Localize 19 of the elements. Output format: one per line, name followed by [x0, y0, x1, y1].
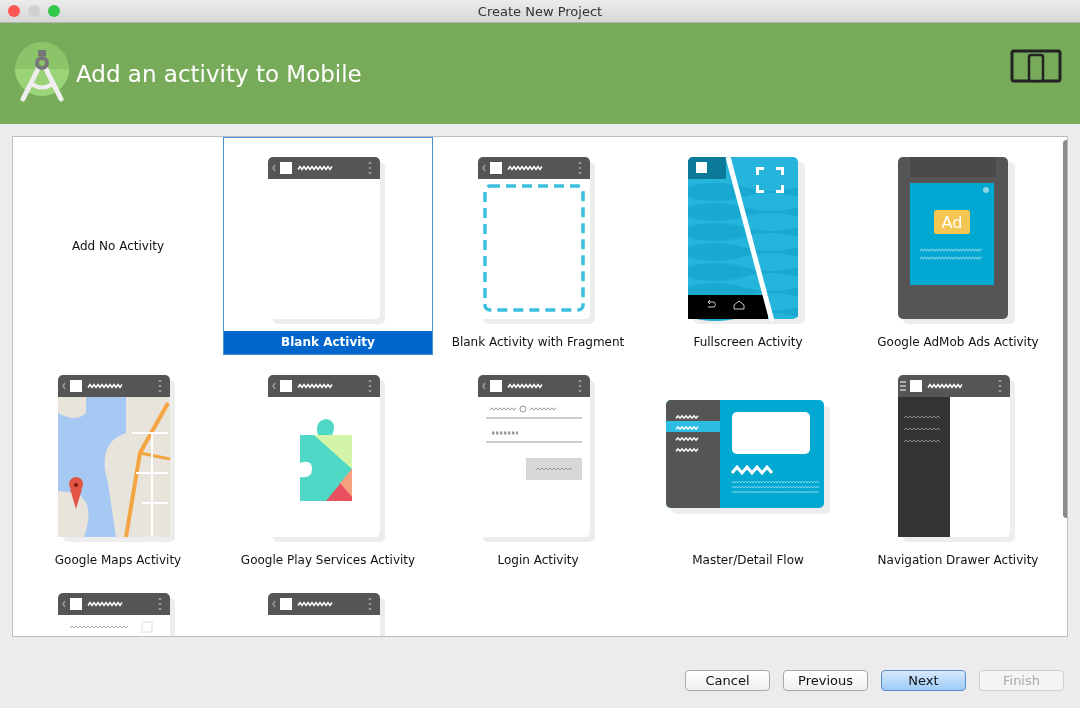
activity-tile[interactable]: Add No Activity — [13, 137, 223, 355]
activity-tile[interactable]: Blank Activity with Fragment — [433, 137, 643, 355]
page-heading: Add an activity to Mobile — [76, 60, 363, 87]
compass-logo-icon — [14, 40, 70, 103]
dialog-button[interactable]: Cancel — [685, 670, 770, 691]
activity-tile[interactable]: Login Activity — [433, 355, 643, 573]
zoom-button[interactable] — [48, 5, 60, 17]
activity-tile[interactable]: Ad Google AdMob Ads Activity — [853, 137, 1063, 355]
activity-tile[interactable]: Google Maps Activity — [13, 355, 223, 573]
dialog-button[interactable]: Previous — [783, 670, 868, 691]
activity-tile[interactable]: Navigation Drawer Activity — [853, 355, 1063, 573]
activity-tile[interactable]: Google Play Services Activity — [223, 355, 433, 573]
dialog-button[interactable]: Next — [881, 670, 966, 691]
activity-tile[interactable]: Blank Activity — [223, 137, 433, 355]
close-button[interactable] — [8, 5, 20, 17]
tablet-phone-icon — [1010, 48, 1062, 85]
activity-tile[interactable]: Master/Detail Flow — [643, 355, 853, 573]
window-title: Create New Project — [476, 3, 604, 19]
activity-tile[interactable]: Fullscreen Activity — [643, 137, 853, 355]
